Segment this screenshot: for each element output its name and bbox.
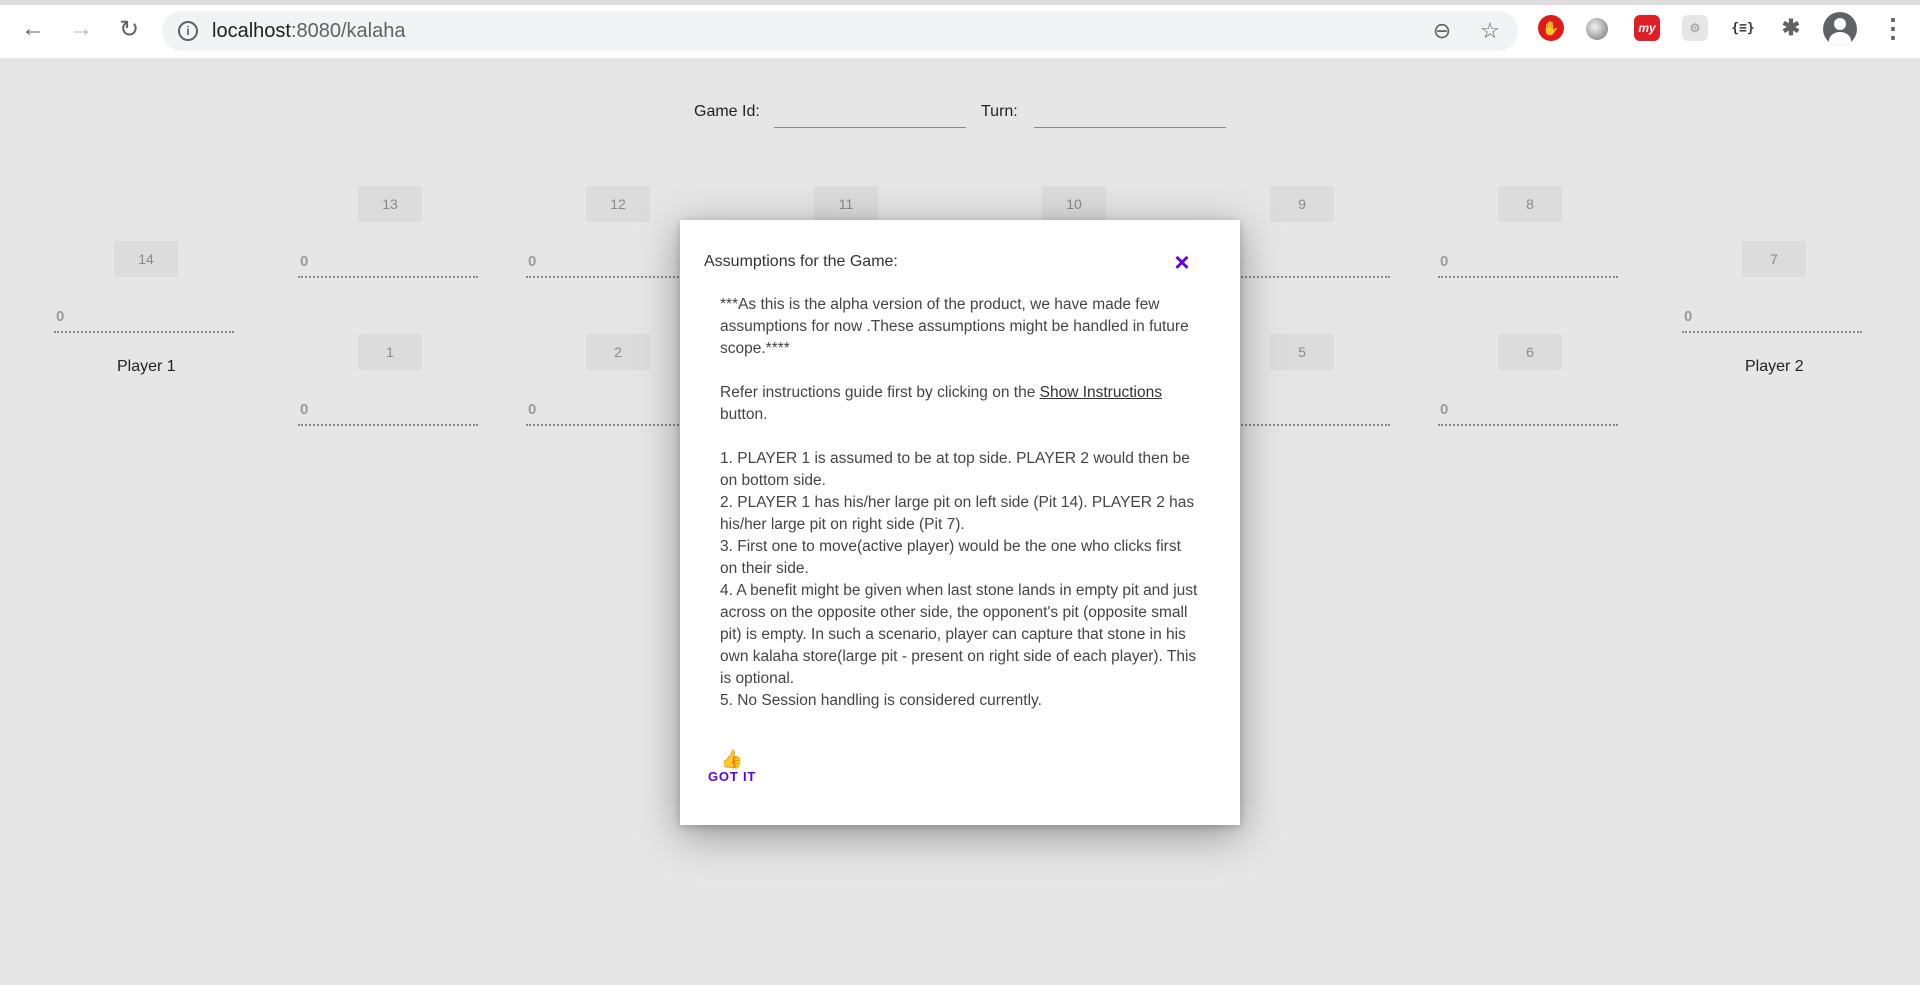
assumption-item: 3. First one to move(active player) woul… [720,538,1181,577]
bookmark-star-icon[interactable]: ☆ [1478,18,1502,43]
refer-text: Refer instructions guide first by clicki… [720,382,1200,426]
refer-suffix: button. [720,406,768,423]
dialog-title: Assumptions for the Game: [704,253,898,270]
browser-menu-icon[interactable]: ⋮ [1880,13,1906,44]
adblock-extension-icon[interactable]: ✋ [1538,15,1564,41]
assumption-item: 2. PLAYER 1 has his/her large pit on lef… [720,494,1195,533]
got-it-button[interactable]: 👍 GOT IT [708,750,756,784]
forward-arrow-icon[interactable]: → [66,14,96,44]
url-text: localhost:8080/kalaha [212,20,405,43]
intro-text: ***As this is the alpha version of the p… [720,296,1189,357]
grey-extension-icon[interactable]: ⚙ [1682,15,1708,41]
address-bar[interactable]: i localhost:8080/kalaha ⊖ ☆ [162,11,1518,51]
site-info-icon[interactable]: i [178,21,198,41]
assumption-item: 1. PLAYER 1 is assumed to be at top side… [720,450,1190,489]
json-extension-icon[interactable]: {≡} [1728,15,1758,41]
back-arrow-icon[interactable]: ← [18,14,48,44]
extensions-puzzle-icon[interactable]: ✱ [1778,15,1804,41]
assumptions-dialog: Assumptions for the Game: × ***As this i… [680,220,1240,825]
assumption-item: 5. No Session handling is considered cur… [720,692,1042,709]
url-path: :8080/kalaha [290,20,406,42]
profile-avatar-icon[interactable] [1823,12,1857,46]
tab-strip [0,0,1920,5]
red-extension-icon[interactable]: my [1634,15,1660,41]
sphere-extension-icon[interactable] [1586,18,1608,40]
browser-toolbar: ← → ↻ i localhost:8080/kalaha ⊖ ☆ ✋ my ⚙… [0,0,1920,58]
thumbs-up-icon: 👍 [720,749,744,769]
assumption-item: 4. A benefit might be given when last st… [720,582,1198,687]
close-icon[interactable]: × [1168,248,1196,276]
dialog-body: ***As this is the alpha version of the p… [720,294,1200,712]
url-host: localhost [212,20,291,42]
refer-prefix: Refer instructions guide first by clicki… [720,384,1040,401]
zoom-out-icon[interactable]: ⊖ [1430,18,1454,43]
show-instructions-link[interactable]: Show Instructions [1040,384,1162,401]
reload-icon[interactable]: ↻ [114,14,144,44]
got-it-label: GOT IT [708,769,757,784]
